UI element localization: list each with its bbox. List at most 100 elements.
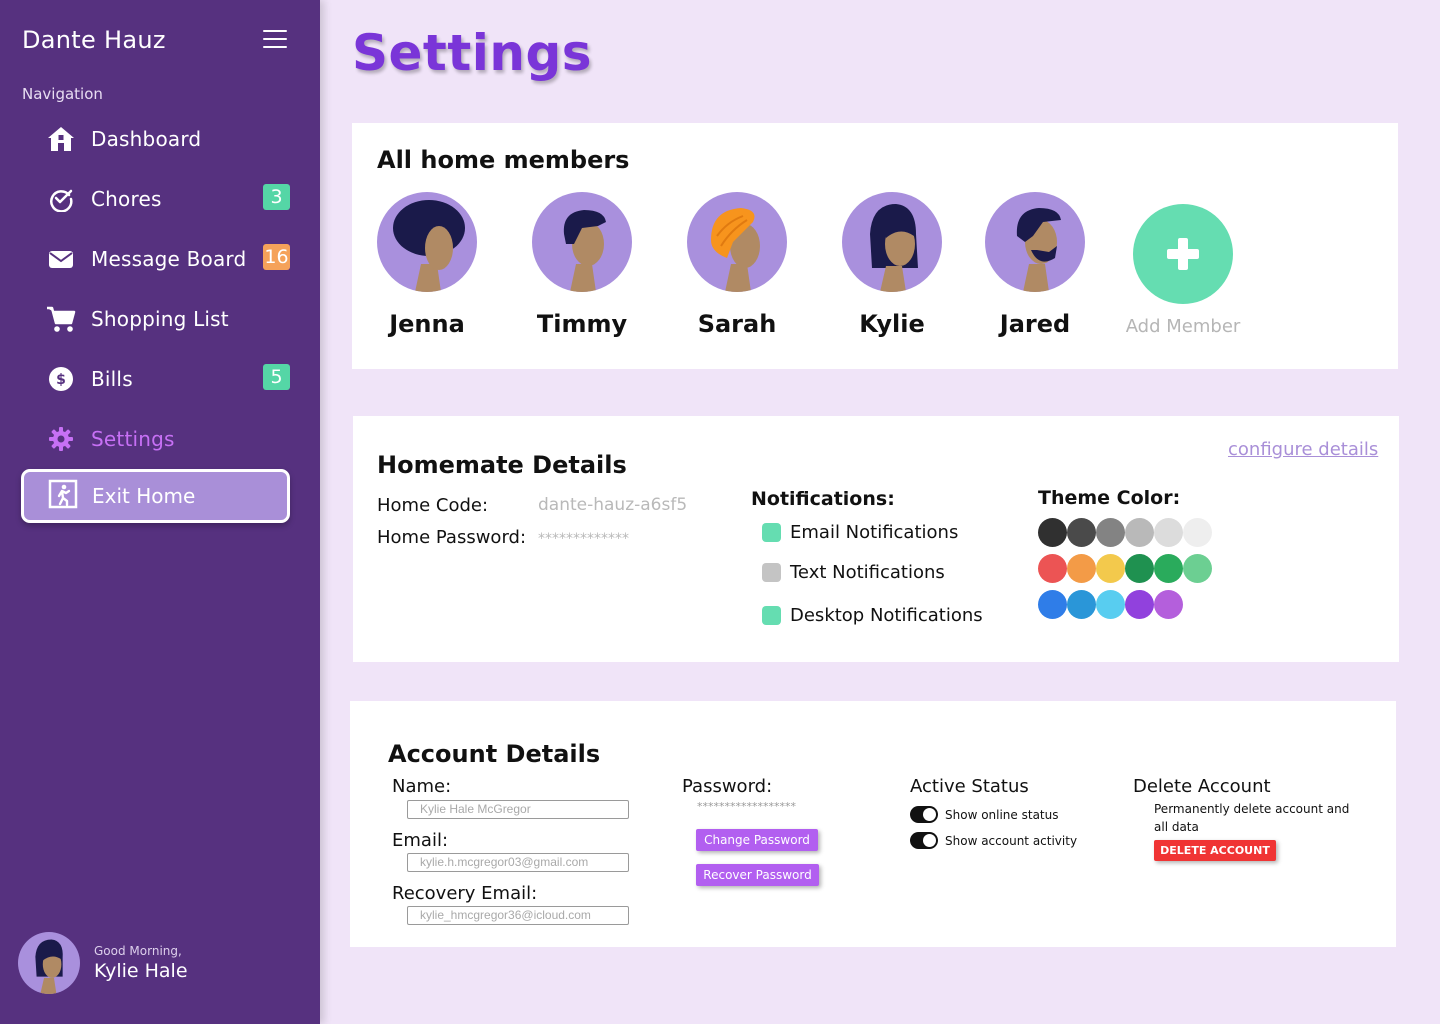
sidebar-item-label: Chores <box>91 187 162 211</box>
member-name: Jenna <box>389 310 465 338</box>
sidebar-item-label: Bills <box>91 367 133 391</box>
avatar <box>377 192 477 292</box>
home-code-value: dante-hauz-a6sf5 <box>538 495 688 515</box>
member-sarah[interactable]: Sarah <box>672 192 802 338</box>
page-title: Settings <box>352 24 593 82</box>
theme-color-swatch[interactable] <box>1067 590 1096 619</box>
notification-label: Text Notifications <box>790 562 945 583</box>
name-label: Name: <box>392 776 452 797</box>
brand-name: Dante Hauz <box>22 26 166 54</box>
theme-color-swatch[interactable] <box>1096 590 1125 619</box>
email-notifications-checkbox[interactable]: Email Notifications <box>762 522 958 543</box>
toggle-switch-on <box>910 832 938 849</box>
change-password-button[interactable]: Change Password <box>696 829 818 851</box>
home-password-label: Home Password: <box>377 527 527 548</box>
check-circle-icon <box>46 184 76 214</box>
member-name: Timmy <box>536 310 628 338</box>
sidebar-item-message-board[interactable]: Message Board 16 <box>46 239 292 279</box>
theme-color-swatch[interactable] <box>1038 590 1067 619</box>
hamburger-menu-icon[interactable] <box>263 30 287 50</box>
gear-icon <box>46 424 76 454</box>
delete-account-button[interactable]: DELETE ACCOUNT <box>1154 840 1276 861</box>
desktop-notifications-checkbox[interactable]: Desktop Notifications <box>762 605 983 626</box>
theme-color-swatch[interactable] <box>1067 518 1096 547</box>
greeting-text: Good Morning, <box>94 944 182 958</box>
avatar <box>532 192 632 292</box>
password-value: ****************** <box>697 800 796 813</box>
sidebar-item-shopping-list[interactable]: Shopping List <box>46 299 292 339</box>
member-name: Jared <box>999 310 1071 338</box>
home-password-value: ************* <box>538 531 629 547</box>
account-title: Account Details <box>388 740 601 768</box>
theme-color-swatch[interactable] <box>1183 554 1212 583</box>
recover-password-button[interactable]: Recover Password <box>696 864 819 886</box>
chores-count-badge: 3 <box>263 184 290 210</box>
sidebar-item-label: Shopping List <box>91 307 229 331</box>
email-label: Email: <box>392 830 449 851</box>
checkbox-unchecked <box>762 563 781 582</box>
add-member-label: Add Member <box>1125 316 1241 337</box>
theme-color-swatch[interactable] <box>1096 554 1125 583</box>
theme-color-swatch[interactable] <box>1154 554 1183 583</box>
bills-count-badge: 5 <box>263 364 290 390</box>
theme-color-swatch[interactable] <box>1125 554 1154 583</box>
theme-color-swatch[interactable] <box>1038 518 1067 547</box>
plus-icon <box>1133 204 1233 304</box>
password-label: Password: <box>682 776 773 797</box>
configure-details-link[interactable]: configure details <box>1228 439 1378 460</box>
exit-home-label: Exit Home <box>92 484 196 508</box>
member-name: Kylie <box>859 310 925 338</box>
avatar <box>985 192 1085 292</box>
notification-label: Email Notifications <box>790 522 959 543</box>
member-kylie[interactable]: Kylie <box>827 192 957 338</box>
exit-home-button[interactable]: Exit Home <box>21 469 290 523</box>
theme-color-swatch[interactable] <box>1183 518 1212 547</box>
cart-icon <box>46 304 76 334</box>
home-code-label: Home Code: <box>377 495 489 516</box>
sidebar-item-label: Dashboard <box>91 127 202 151</box>
theme-color-swatch[interactable] <box>1038 554 1067 583</box>
theme-color-swatch[interactable] <box>1125 590 1154 619</box>
checkbox-checked <box>762 606 781 625</box>
delete-account-title: Delete Account <box>1133 776 1271 797</box>
active-status-title: Active Status <box>910 776 1029 797</box>
online-status-toggle[interactable]: Show online status <box>910 806 1058 823</box>
sidebar-item-dashboard[interactable]: Dashboard <box>46 119 292 159</box>
recovery-email-field[interactable]: kylie_hmcgregor36@icloud.com <box>407 906 629 925</box>
checkbox-checked <box>762 523 781 542</box>
member-jenna[interactable]: Jenna <box>362 192 492 338</box>
current-user[interactable]: Good Morning, Kylie Hale <box>18 932 188 994</box>
sidebar-item-label: Message Board <box>91 247 247 271</box>
toggle-switch-on <box>910 806 938 823</box>
exit-door-icon <box>48 479 78 513</box>
toggle-label: Show online status <box>945 807 1059 822</box>
add-member-button[interactable]: Add Member <box>1118 204 1248 337</box>
sidebar-item-settings[interactable]: Settings <box>46 419 292 459</box>
theme-color-swatch[interactable] <box>1096 518 1125 547</box>
account-activity-toggle[interactable]: Show account activity <box>910 832 1077 849</box>
notification-label: Desktop Notifications <box>790 605 983 626</box>
member-jared[interactable]: Jared <box>970 192 1100 338</box>
dollar-icon: $ <box>46 364 76 394</box>
svg-text:$: $ <box>56 372 66 388</box>
nav-heading: Navigation <box>22 85 103 103</box>
text-notifications-checkbox[interactable]: Text Notifications <box>762 562 945 583</box>
theme-color-title: Theme Color: <box>1038 487 1181 509</box>
theme-color-swatch[interactable] <box>1067 554 1096 583</box>
theme-color-swatch[interactable] <box>1125 518 1154 547</box>
theme-color-swatch[interactable] <box>1154 590 1183 619</box>
sidebar-item-bills[interactable]: $ Bills 5 <box>46 359 292 399</box>
user-name: Kylie Hale <box>94 960 188 982</box>
avatar <box>687 192 787 292</box>
member-timmy[interactable]: Timmy <box>517 192 647 338</box>
envelope-icon <box>46 244 76 274</box>
name-field[interactable]: Kylie Hale McGregor <box>407 800 629 819</box>
sidebar-item-chores[interactable]: Chores 3 <box>46 179 292 219</box>
homemate-title: Homemate Details <box>377 451 627 479</box>
email-field[interactable]: kylie.h.mcgregor03@gmail.com <box>407 853 629 872</box>
theme-color-swatch[interactable] <box>1154 518 1183 547</box>
home-icon <box>46 124 76 154</box>
sidebar: Dante Hauz Navigation Dashboard Chores 3… <box>0 0 320 1024</box>
avatar <box>18 932 80 994</box>
member-name: Sarah <box>697 310 777 338</box>
